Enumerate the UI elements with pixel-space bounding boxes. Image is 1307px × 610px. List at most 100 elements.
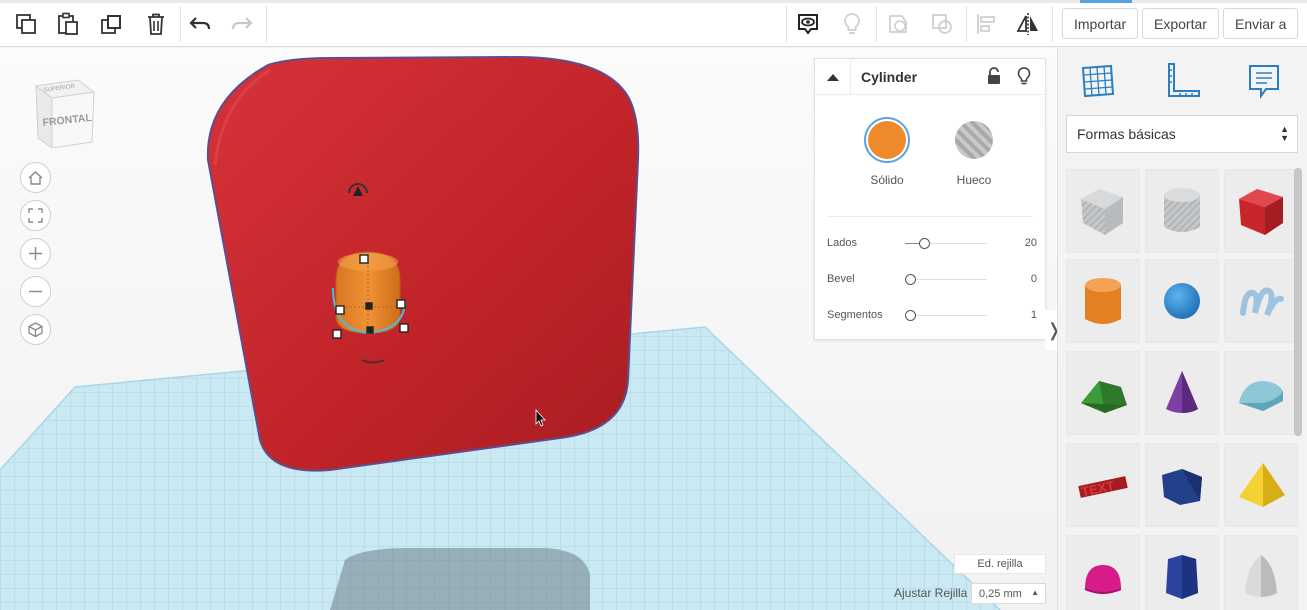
shape-half-sphere[interactable] xyxy=(1066,535,1140,610)
home-icon xyxy=(28,171,43,185)
paste-icon xyxy=(58,12,78,35)
paste-button[interactable] xyxy=(50,6,86,42)
prop-row-bevel: Bevel 0 xyxy=(827,271,1037,289)
shape-cylinder-hole[interactable] xyxy=(1145,169,1219,253)
prop-name: Segmentos xyxy=(827,309,883,321)
ungroup-icon xyxy=(932,14,952,34)
group-button[interactable] xyxy=(880,6,916,42)
workplane-tab[interactable] xyxy=(1072,56,1124,106)
zoom-out-button[interactable] xyxy=(20,276,51,307)
active-tab-indicator xyxy=(1080,0,1132,3)
prop-value[interactable]: 20 xyxy=(1025,237,1037,249)
solid-label: Sólido xyxy=(870,173,904,187)
shape-scribble[interactable] xyxy=(1224,259,1298,343)
sides-slider[interactable] xyxy=(905,238,987,249)
ruler-tab[interactable] xyxy=(1156,56,1208,106)
scribble-icon xyxy=(1240,287,1284,317)
shape-library-select[interactable]: Formas básicas ▲ ▼ xyxy=(1066,115,1298,153)
hole-swatch[interactable] xyxy=(951,117,997,163)
prop-value[interactable]: 0 xyxy=(1031,273,1037,285)
prop-value[interactable]: 1 xyxy=(1031,309,1037,321)
bevel-slider[interactable] xyxy=(905,274,987,285)
segments-slider[interactable] xyxy=(905,310,987,321)
prop-row-segments: Segmentos 1 xyxy=(827,307,1037,325)
lightbulb-button[interactable] xyxy=(834,6,870,42)
shape-pyramid[interactable] xyxy=(1224,443,1298,527)
import-button[interactable]: Importar xyxy=(1062,8,1139,39)
hole-label: Hueco xyxy=(956,173,992,187)
fit-view-icon xyxy=(28,208,43,223)
shape-cone[interactable] xyxy=(1145,351,1219,435)
shape-box-hole[interactable] xyxy=(1066,169,1140,253)
fit-view-button[interactable] xyxy=(20,200,51,231)
solid-mode-option[interactable]: Sólido xyxy=(847,117,927,187)
cone-icon xyxy=(1166,371,1198,413)
view-toggle-button[interactable] xyxy=(790,6,826,42)
roof-icon xyxy=(1081,381,1127,413)
ruler-icon xyxy=(1168,63,1200,97)
trash-icon xyxy=(148,13,164,35)
plus-icon xyxy=(29,247,42,260)
hole-pattern-fill xyxy=(955,121,993,159)
send-to-button[interactable]: Enviar a xyxy=(1223,8,1299,39)
collapse-inspector-button[interactable] xyxy=(815,59,851,95)
home-view-button[interactable] xyxy=(20,162,51,193)
shape-inspector: Cylinder Sólido Hueco Lados 20 Bevel 0 S… xyxy=(814,58,1047,340)
prop-name: Bevel xyxy=(827,273,855,285)
cylinder-shape[interactable] xyxy=(332,251,406,335)
hole-mode-option[interactable]: Hueco xyxy=(934,117,1014,187)
perspective-button[interactable] xyxy=(20,314,51,345)
snap-grid-select[interactable]: 0,25 mm ▲ xyxy=(971,583,1046,604)
toolbar-divider xyxy=(180,6,181,42)
align-button[interactable] xyxy=(968,6,1004,42)
shape-roof[interactable] xyxy=(1066,351,1140,435)
delete-button[interactable] xyxy=(138,6,174,42)
shape-sphere[interactable] xyxy=(1145,259,1219,343)
polygon-icon xyxy=(1166,555,1198,599)
lock-button[interactable] xyxy=(983,65,1005,87)
pyramid-icon xyxy=(1239,463,1285,507)
text-icon: TEXT xyxy=(1078,476,1128,499)
mirror-icon xyxy=(1016,13,1038,35)
shape-text[interactable]: TEXT xyxy=(1066,443,1140,527)
shapes-scrollbar[interactable] xyxy=(1294,168,1302,436)
prop-name: Lados xyxy=(827,237,857,249)
redo-button[interactable] xyxy=(224,6,260,42)
shape-box[interactable] xyxy=(1224,169,1298,253)
shape-round-roof[interactable] xyxy=(1224,351,1298,435)
shape-polygon[interactable] xyxy=(1145,535,1219,610)
mirror-button[interactable] xyxy=(1010,6,1046,42)
toolbar-divider xyxy=(786,6,787,42)
box-shadow xyxy=(330,548,590,610)
tinkercad-editor: Importar Exportar Enviar a SUPERIOR FRON… xyxy=(0,0,1307,610)
shape-cylinder[interactable] xyxy=(1066,259,1140,343)
updown-icon: ▲ ▼ xyxy=(1280,124,1289,143)
undo-button[interactable] xyxy=(182,6,218,42)
shape-paraboloid[interactable] xyxy=(1224,535,1298,610)
duplicate-button[interactable] xyxy=(94,6,130,42)
lightbulb-icon xyxy=(1017,67,1031,85)
caret-up-icon: ▲ xyxy=(1031,588,1039,597)
shape-prism[interactable] xyxy=(1145,443,1219,527)
prop-row-sides: Lados 20 xyxy=(827,235,1037,253)
ungroup-button[interactable] xyxy=(924,6,960,42)
solid-color-swatch[interactable] xyxy=(864,117,910,163)
snap-grid-value: 0,25 mm xyxy=(979,587,1022,600)
box-icon xyxy=(1239,189,1283,235)
group-icon xyxy=(889,15,907,33)
export-button[interactable]: Exportar xyxy=(1142,8,1219,39)
zoom-in-button[interactable] xyxy=(20,238,51,269)
cylinder-hole-icon xyxy=(1164,188,1200,232)
notes-tab[interactable] xyxy=(1238,56,1290,106)
edit-grid-button[interactable]: Ed. rejilla xyxy=(954,554,1046,574)
slider-knob[interactable] xyxy=(905,274,916,285)
slider-knob[interactable] xyxy=(905,310,916,321)
minus-icon xyxy=(29,290,42,293)
grid-icon xyxy=(1081,64,1115,98)
red-box-shape[interactable] xyxy=(206,55,640,472)
visibility-button[interactable] xyxy=(1013,65,1035,87)
view-cube[interactable]: SUPERIOR FRONTAL xyxy=(30,72,100,148)
undo-icon xyxy=(189,17,211,30)
copy-button[interactable] xyxy=(8,6,44,42)
slider-knob[interactable] xyxy=(919,238,931,249)
